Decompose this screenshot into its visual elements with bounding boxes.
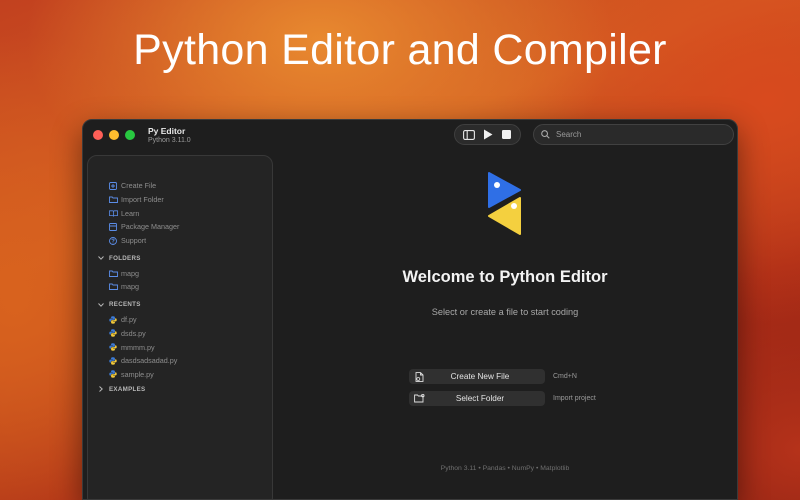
recent-file[interactable]: df.py bbox=[88, 313, 272, 327]
hero-title: Python Editor and Compiler bbox=[133, 26, 667, 74]
minimize-window-button[interactable] bbox=[109, 130, 119, 140]
folder-open-icon bbox=[409, 394, 429, 403]
folder-icon bbox=[108, 195, 118, 205]
toggle-sidebar-button[interactable] bbox=[460, 127, 478, 143]
create-new-file-button[interactable]: Create New File bbox=[409, 369, 545, 384]
recent-file[interactable]: sample.py bbox=[88, 368, 272, 382]
chevron-down-icon bbox=[96, 302, 106, 307]
close-window-button[interactable] bbox=[93, 130, 103, 140]
sidebar-item-label: Package Manager bbox=[121, 222, 180, 232]
recent-file-label: dasdsadsadad.py bbox=[121, 356, 178, 366]
welcome-title: Welcome to Python Editor bbox=[402, 268, 608, 286]
python-file-icon bbox=[108, 315, 118, 325]
sidebar-item-label: Support bbox=[121, 236, 147, 246]
section-title: EXAMPLES bbox=[109, 385, 146, 393]
stop-icon bbox=[502, 130, 511, 139]
chevron-down-icon bbox=[96, 256, 106, 261]
section-recents[interactable]: RECENTS bbox=[88, 297, 272, 313]
search-icon bbox=[541, 130, 550, 139]
python-file-icon bbox=[108, 328, 118, 338]
recent-file-label: mmmm.py bbox=[121, 342, 155, 352]
sidebar-support[interactable]: Support bbox=[88, 234, 272, 248]
window-controls bbox=[93, 130, 135, 140]
sidebar: Create File Import Folder Learn Package … bbox=[87, 155, 273, 499]
new-file-icon bbox=[409, 371, 429, 382]
recent-file[interactable]: mmmm.py bbox=[88, 340, 272, 354]
play-icon bbox=[483, 129, 492, 140]
python-file-icon bbox=[108, 369, 118, 379]
recent-file-label: sample.py bbox=[121, 369, 154, 379]
run-toolbar bbox=[454, 124, 521, 145]
zoom-window-button[interactable] bbox=[125, 130, 135, 140]
create-new-file-label: Create New File bbox=[450, 372, 510, 381]
titlebar: Py Editor Python 3.11.0 bbox=[83, 120, 737, 154]
folder-label: mapg bbox=[121, 268, 139, 278]
sidebar-item-label: Create File bbox=[121, 181, 157, 191]
select-folder-label: Select Folder bbox=[455, 394, 505, 403]
shortcut-hint: Cmd+N bbox=[553, 373, 577, 380]
folder-label: mapg bbox=[121, 282, 139, 292]
python-editor-logo bbox=[487, 171, 523, 242]
search-field[interactable] bbox=[533, 124, 734, 145]
chevron-right-icon bbox=[96, 386, 106, 393]
sidebar-icon bbox=[462, 129, 475, 140]
section-title: FOLDERS bbox=[109, 254, 141, 262]
folder-icon bbox=[108, 282, 118, 292]
select-folder-button[interactable]: Select Folder bbox=[409, 391, 545, 406]
section-folders[interactable]: FOLDERS bbox=[88, 250, 272, 266]
sidebar-create-file[interactable]: Create File bbox=[88, 179, 272, 193]
sidebar-import-folder[interactable]: Import Folder bbox=[88, 193, 272, 207]
help-circle-icon bbox=[108, 236, 118, 246]
welcome-pane: Welcome to Python Editor Select or creat… bbox=[273, 154, 737, 499]
folder-icon bbox=[108, 268, 118, 278]
recent-file-label: df.py bbox=[121, 315, 137, 325]
folder-item[interactable]: mapg bbox=[88, 266, 272, 280]
sidebar-package-manager[interactable]: Package Manager bbox=[88, 220, 272, 234]
sidebar-learn[interactable]: Learn bbox=[88, 206, 272, 220]
app-title: Py Editor bbox=[148, 126, 186, 136]
welcome-subtitle: Select or create a file to start coding bbox=[431, 307, 579, 317]
search-input[interactable] bbox=[556, 130, 716, 139]
import-hint: Import project bbox=[553, 395, 596, 402]
book-icon bbox=[108, 208, 118, 218]
folder-item[interactable]: mapg bbox=[88, 280, 272, 294]
box-icon bbox=[108, 222, 118, 232]
app-window: Py Editor Python 3.11.0 Search Create Fi… bbox=[82, 119, 738, 500]
recent-file-label: dsds.py bbox=[121, 328, 146, 338]
section-title: RECENTS bbox=[109, 301, 141, 309]
python-file-icon bbox=[108, 342, 118, 352]
sidebar-item-label: Import Folder bbox=[121, 195, 164, 205]
run-button[interactable] bbox=[479, 127, 497, 143]
stop-button[interactable] bbox=[498, 127, 516, 143]
footer-info: Python 3.11 • Pandas • NumPy • Matplotli… bbox=[440, 465, 570, 472]
plus-square-icon bbox=[108, 181, 118, 191]
python-file-icon bbox=[108, 356, 118, 366]
recent-file[interactable]: dasdsadsadad.py bbox=[88, 354, 272, 368]
app-version: Python 3.11.0 bbox=[148, 137, 191, 144]
recent-file[interactable]: dsds.py bbox=[88, 327, 272, 341]
section-examples[interactable]: EXAMPLES bbox=[88, 381, 272, 397]
sidebar-item-label: Learn bbox=[121, 208, 140, 218]
